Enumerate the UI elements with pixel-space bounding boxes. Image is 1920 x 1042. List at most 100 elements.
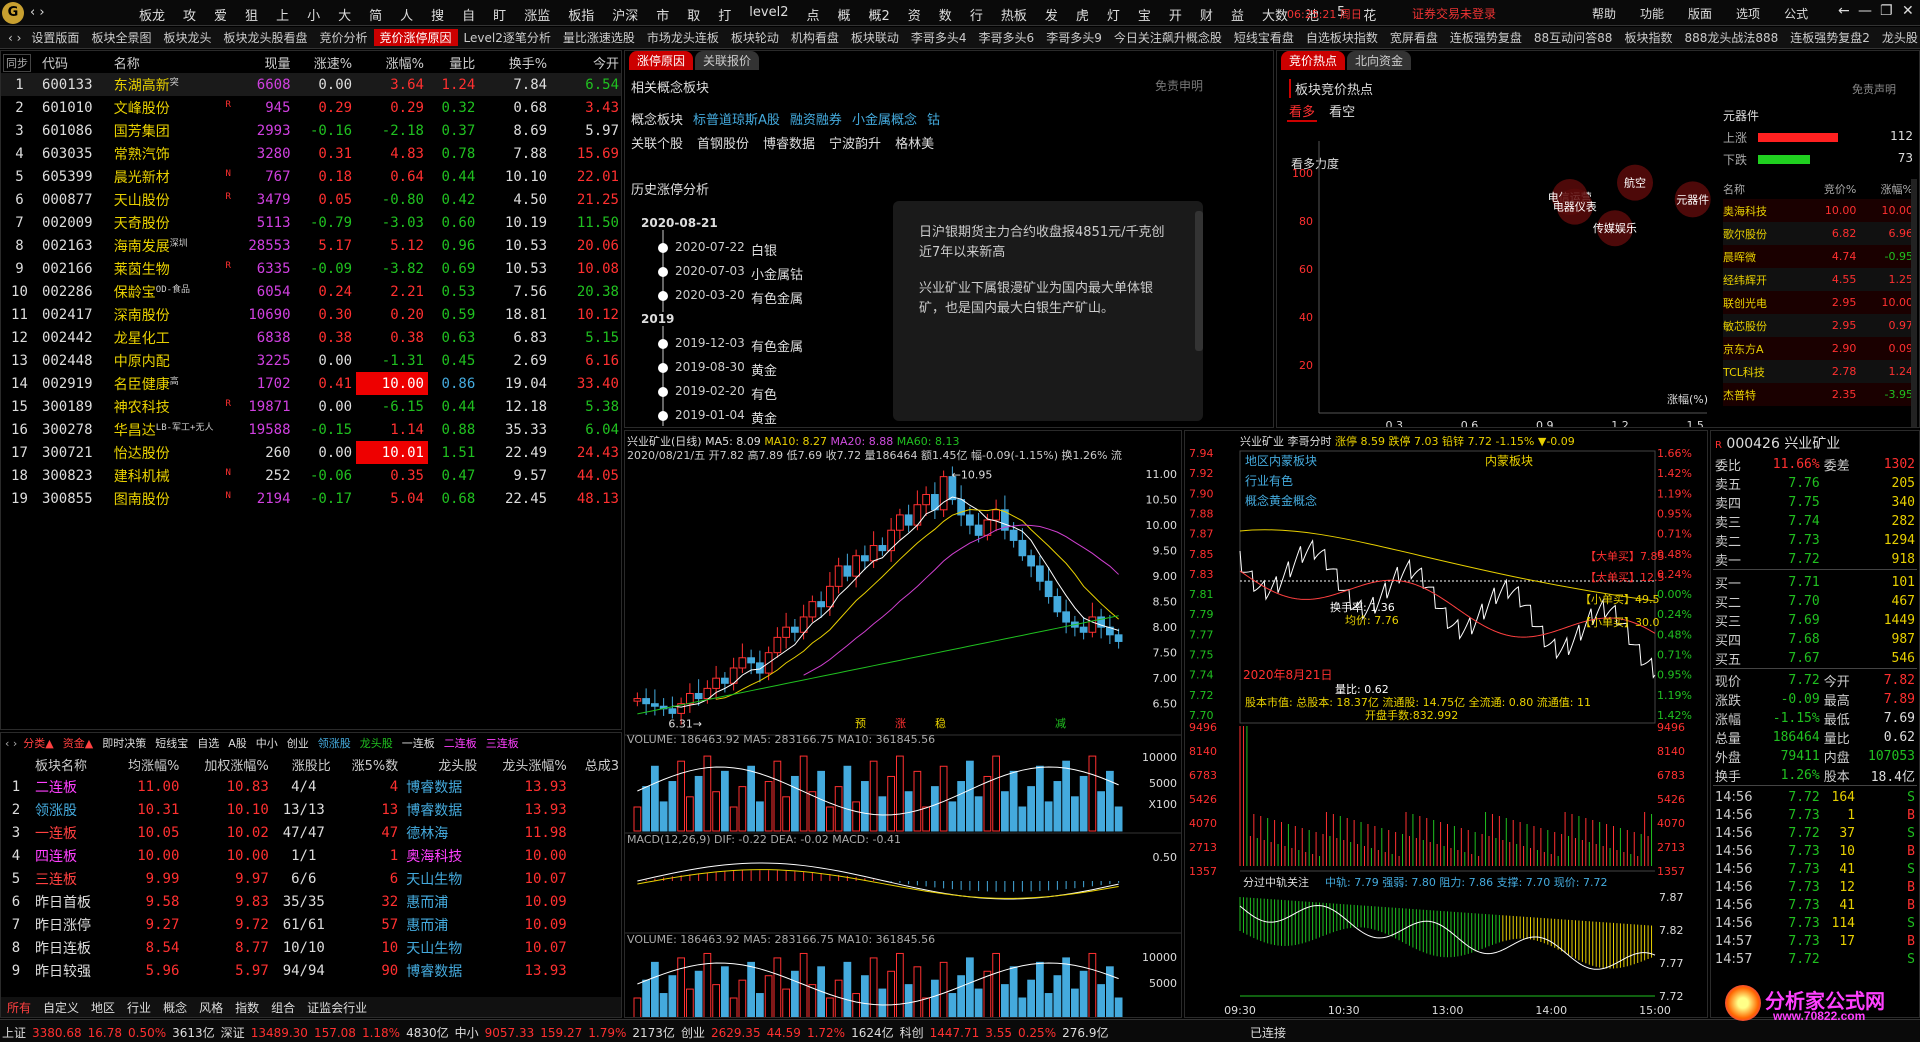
col-header[interactable]: 今开	[551, 51, 621, 73]
table-row[interactable]: 10 002286 保龄宝OD-食品 6054 0.24 2.21 0.53 7.56 20.3…	[1, 280, 621, 303]
board-tab[interactable]: 一连板	[402, 735, 435, 751]
candle[interactable]	[668, 708, 677, 714]
table-row[interactable]: 4 603035 常熟汽饰 3280 0.31 4.83 0.78 7.88 15.69	[1, 142, 621, 165]
menu-item[interactable]: 搜	[422, 5, 453, 24]
table-row[interactable]: 9 002166 莱茵生物 R 6335 -0.09 -3.82 0.69 10.53 10.08	[1, 257, 621, 280]
index-field[interactable]: 上证	[2, 1026, 26, 1040]
table-row[interactable]: 晨晖微 4.74 -0.95	[1723, 245, 1913, 268]
candle[interactable]	[869, 545, 878, 562]
candle[interactable]	[1036, 565, 1044, 582]
board-bottom-tab[interactable]: 风格	[193, 999, 229, 1016]
layout-tab[interactable]: 板块指数	[1618, 29, 1678, 46]
table-row[interactable]: TCL科技 2.78 1.24	[1723, 360, 1913, 383]
stock-name-cell[interactable]: 国芳集团	[110, 119, 233, 142]
layout-tab[interactable]: 板块轮动	[725, 29, 785, 46]
table-row[interactable]: 13 002448 中原内配 3225 0.00 -1.31 0.45 2.69 6.16	[1, 349, 621, 372]
table-row[interactable]: 6 000877 天山股份 R 3479 0.05 -0.80 0.42 4.50 21.25	[1, 188, 621, 211]
board-bottom-tab[interactable]: 所有	[1, 999, 37, 1016]
menu-item[interactable]: 板龙	[130, 5, 174, 24]
stock-name-cell[interactable]: 天山股份 R	[110, 188, 233, 211]
stock-name[interactable]: 常熟汽饰	[114, 147, 170, 163]
candle[interactable]	[966, 514, 974, 526]
tabs-nav-icon[interactable]: ‹ ›	[4, 31, 25, 45]
menu-item[interactable]: 小	[298, 5, 329, 24]
layout-tab[interactable]: 量比涨速选股	[557, 29, 641, 46]
concept-tab[interactable]: 关联报价	[695, 51, 760, 70]
table-row[interactable]: 4 四连板 10.00 10.00 1/1 1 奥海科技 10.00	[1, 844, 621, 867]
layout-tab[interactable]: 88互动问答88	[1528, 29, 1619, 46]
order-level-row[interactable]: 卖五 7.76 205	[1713, 474, 1917, 493]
board-bottom-tab[interactable]: 自定义	[37, 999, 85, 1016]
candle[interactable]	[721, 677, 729, 684]
stock-name[interactable]: 保龄宝	[114, 285, 156, 301]
table-row[interactable]: 18 300823 建科机械 N 252 -0.06 0.35 0.47 9.57 44.05	[1, 464, 621, 487]
stock-name-cell[interactable]: 常熟汽饰	[110, 142, 233, 165]
candle[interactable]	[904, 514, 913, 526]
table-row[interactable]: 经纬辉开 4.55 1.25	[1723, 268, 1913, 291]
candle[interactable]	[642, 698, 650, 705]
table-row[interactable]: 奥海科技 10.00 10.00	[1723, 199, 1913, 222]
menu-item[interactable]: 市	[647, 5, 678, 24]
table-row[interactable]: 14 002919 名臣健康高 1702 0.41 10.00 0.86 19.04 33.40	[1, 372, 621, 395]
stock-name-cell[interactable]: 海南发展深圳	[110, 234, 233, 257]
table-row[interactable]: 12 002442 龙星化工 6838 0.38 0.38 0.63 6.83 5.15	[1, 326, 621, 349]
col-header[interactable]: 现量	[233, 51, 295, 73]
stock-name-cell[interactable]: 建科机械 N	[110, 464, 233, 487]
stock-name-cell[interactable]: 怡达股份	[110, 441, 233, 464]
candle[interactable]	[974, 524, 983, 536]
col-header[interactable]: 龙头涨幅%	[481, 753, 570, 775]
hot-tab[interactable]: 竞价热点	[1281, 51, 1346, 70]
stock-name[interactable]: 龙星化工	[114, 331, 170, 347]
col-header[interactable]: 名称	[110, 51, 233, 73]
candle[interactable]	[1044, 580, 1053, 598]
table-row[interactable]: 6 昨日首板 9.58 9.83 35/35 32 惠而浦 10.09	[1, 890, 621, 913]
table-row[interactable]: 3 一连板 10.05 10.02 47/47 47 德林海 11.98	[1, 821, 621, 844]
menu-item[interactable]: 概	[828, 5, 859, 24]
related-stock[interactable]: 格林美	[895, 133, 934, 152]
layout-tab[interactable]: 自选板块指数	[1300, 29, 1384, 46]
col-header[interactable]: 名称	[1723, 179, 1800, 199]
order-level-row[interactable]: 卖四 7.75 340	[1713, 493, 1917, 512]
stock-code[interactable]: 002448	[38, 349, 110, 372]
related-stock[interactable]: 首钢股份	[697, 133, 749, 152]
login-status[interactable]: 证券交易未登录	[1412, 5, 1496, 22]
stock-code[interactable]: 300189	[38, 395, 110, 418]
candle[interactable]	[843, 565, 852, 577]
menu-item[interactable]: 盯	[484, 5, 515, 24]
col-header[interactable]: 涨幅%	[356, 51, 428, 73]
candle[interactable]	[861, 555, 869, 562]
col-header[interactable]: 涨5%数	[335, 753, 402, 775]
stock-code[interactable]: 002009	[38, 211, 110, 234]
candle[interactable]	[773, 636, 782, 654]
stock-name-cell[interactable]: 晨光新材 N	[110, 165, 233, 188]
stock-name-cell[interactable]: 天奇股份	[110, 211, 233, 234]
menu-item[interactable]: 沪深	[603, 5, 647, 24]
candle[interactable]	[1079, 626, 1088, 633]
board-tab[interactable]: 分类▲	[23, 735, 53, 751]
board-tab[interactable]: 中小	[256, 735, 278, 751]
board-bottom-tab[interactable]: 行业	[121, 999, 157, 1016]
candle[interactable]	[852, 555, 860, 577]
stock-code[interactable]: 002417	[38, 303, 110, 326]
board-tab[interactable]: 创业	[287, 735, 309, 751]
menu-item[interactable]: 开	[1160, 5, 1191, 24]
menu-item[interactable]: 上	[267, 5, 298, 24]
order-level-row[interactable]: 买三 7.69 1449	[1713, 611, 1917, 630]
index-field[interactable]: 深证	[221, 1026, 245, 1040]
stock-name[interactable]: 天山股份	[114, 193, 170, 209]
candle[interactable]	[782, 626, 790, 638]
menu-item[interactable]: 益	[1222, 5, 1253, 24]
concept-item[interactable]: 标普道琼斯A股	[693, 109, 780, 128]
col-header[interactable]: 代码	[38, 51, 110, 73]
index-field[interactable]: 科创	[900, 1026, 924, 1040]
candle[interactable]	[791, 626, 799, 633]
stock-code[interactable]: 000877	[38, 188, 110, 211]
stock-name[interactable]: 莱茵生物	[114, 262, 170, 278]
menu-item[interactable]: 攻	[174, 5, 205, 24]
layout-tab[interactable]: 李哥多头4	[905, 29, 973, 46]
col-header[interactable]: 均涨幅%	[110, 753, 183, 775]
right-menu-item[interactable]: 帮助	[1580, 5, 1628, 22]
col-header[interactable]: 量比	[428, 51, 479, 73]
candle[interactable]	[896, 514, 904, 531]
maximize-icon[interactable]: ❐	[1880, 3, 1893, 19]
